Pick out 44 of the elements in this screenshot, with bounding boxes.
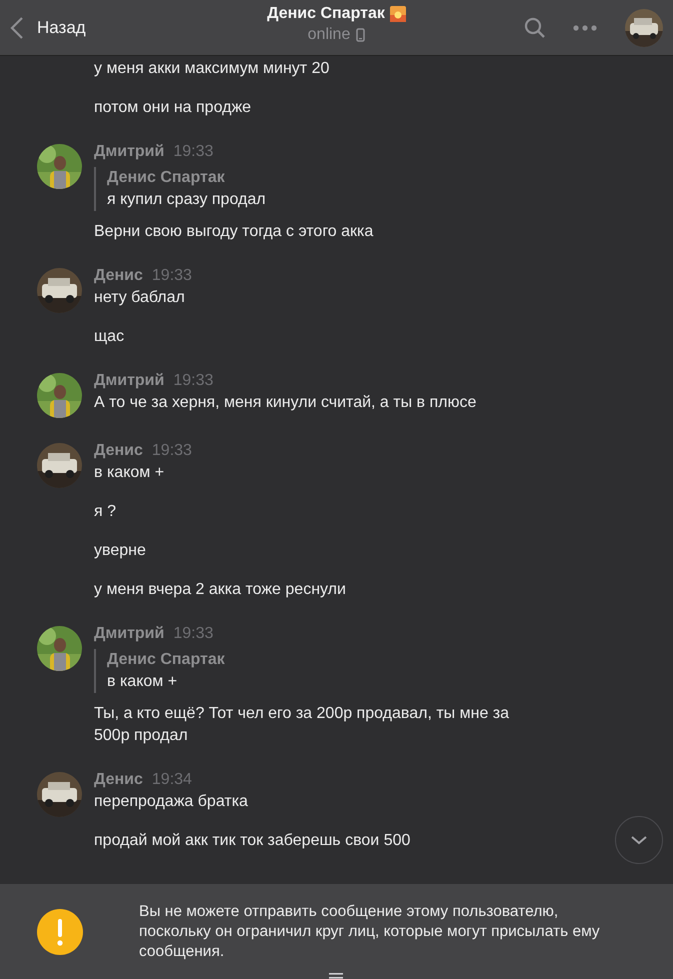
sunset-emoji-icon — [390, 6, 406, 22]
message-time: 19:33 — [152, 267, 192, 285]
reply-quote[interactable]: Денис Спартак в каком + — [94, 649, 544, 693]
author-name[interactable]: Дмитрий — [94, 142, 164, 162]
author-name[interactable]: Дмитрий — [94, 371, 164, 391]
author-name[interactable]: Дмитрий — [94, 624, 164, 644]
back-button[interactable]: Назад — [10, 16, 86, 40]
more-icon[interactable] — [573, 24, 597, 30]
phone-icon — [356, 28, 366, 42]
online-status: online — [308, 26, 350, 44]
message-text: у меня вчера 2 акка тоже реснули — [94, 580, 346, 600]
message-text: продай мой акк тик ток заберешь свои 500 — [94, 831, 410, 851]
message-text: я ? — [94, 502, 118, 522]
warning-icon — [37, 908, 83, 954]
message-time: 19:33 — [152, 442, 192, 460]
chat-title: Денис Спартак — [267, 5, 385, 23]
message-time: 19:33 — [173, 625, 214, 643]
message-time: 19:33 — [173, 143, 214, 161]
message-text: щас — [94, 327, 126, 347]
notice-text: Вы не можете отправить сообщение этому пользователю, поскольку он ограничил круг лиц, которые могут присылать ему сообщения. — [139, 902, 601, 962]
message-text: уверне — [94, 541, 147, 561]
author-name[interactable]: Денис — [94, 770, 143, 790]
message-text: нету баблал — [94, 288, 186, 308]
quoted-author: Денис Спартак — [107, 168, 226, 188]
message-text: Верни свою выгоду тогда с этого акка — [94, 222, 374, 242]
message-text: в каком + — [94, 463, 166, 483]
message-text: перепродажа братка — [94, 792, 249, 812]
chevron-left-icon — [10, 16, 24, 40]
scroll-down-button[interactable] — [615, 816, 663, 864]
search-icon[interactable] — [524, 16, 546, 38]
chevron-down-icon — [630, 835, 648, 845]
quoted-text: я купил сразу продал — [107, 190, 267, 210]
author-name[interactable]: Денис — [94, 441, 143, 461]
quoted-author: Денис Спартак — [107, 650, 226, 670]
author-name[interactable]: Денис — [94, 266, 143, 286]
message-text: у меня акки максимум минут 20 — [94, 59, 330, 79]
message-time: 19:33 — [173, 372, 214, 390]
handle-icon[interactable] — [329, 973, 343, 979]
reply-quote[interactable]: Денис Спартак я купил сразу продал — [94, 167, 374, 211]
message-time: 19:34 — [152, 771, 192, 789]
message-text: Ты, а кто ещё? Тот чел его за 200р продавал, ты мне за 500р продал — [94, 704, 510, 746]
quoted-text: в каком + — [107, 672, 178, 692]
message-text: потом они на продже — [94, 98, 252, 118]
message-text: А то че за херня, меня кинули считай, а ты в плюсе — [94, 393, 476, 413]
